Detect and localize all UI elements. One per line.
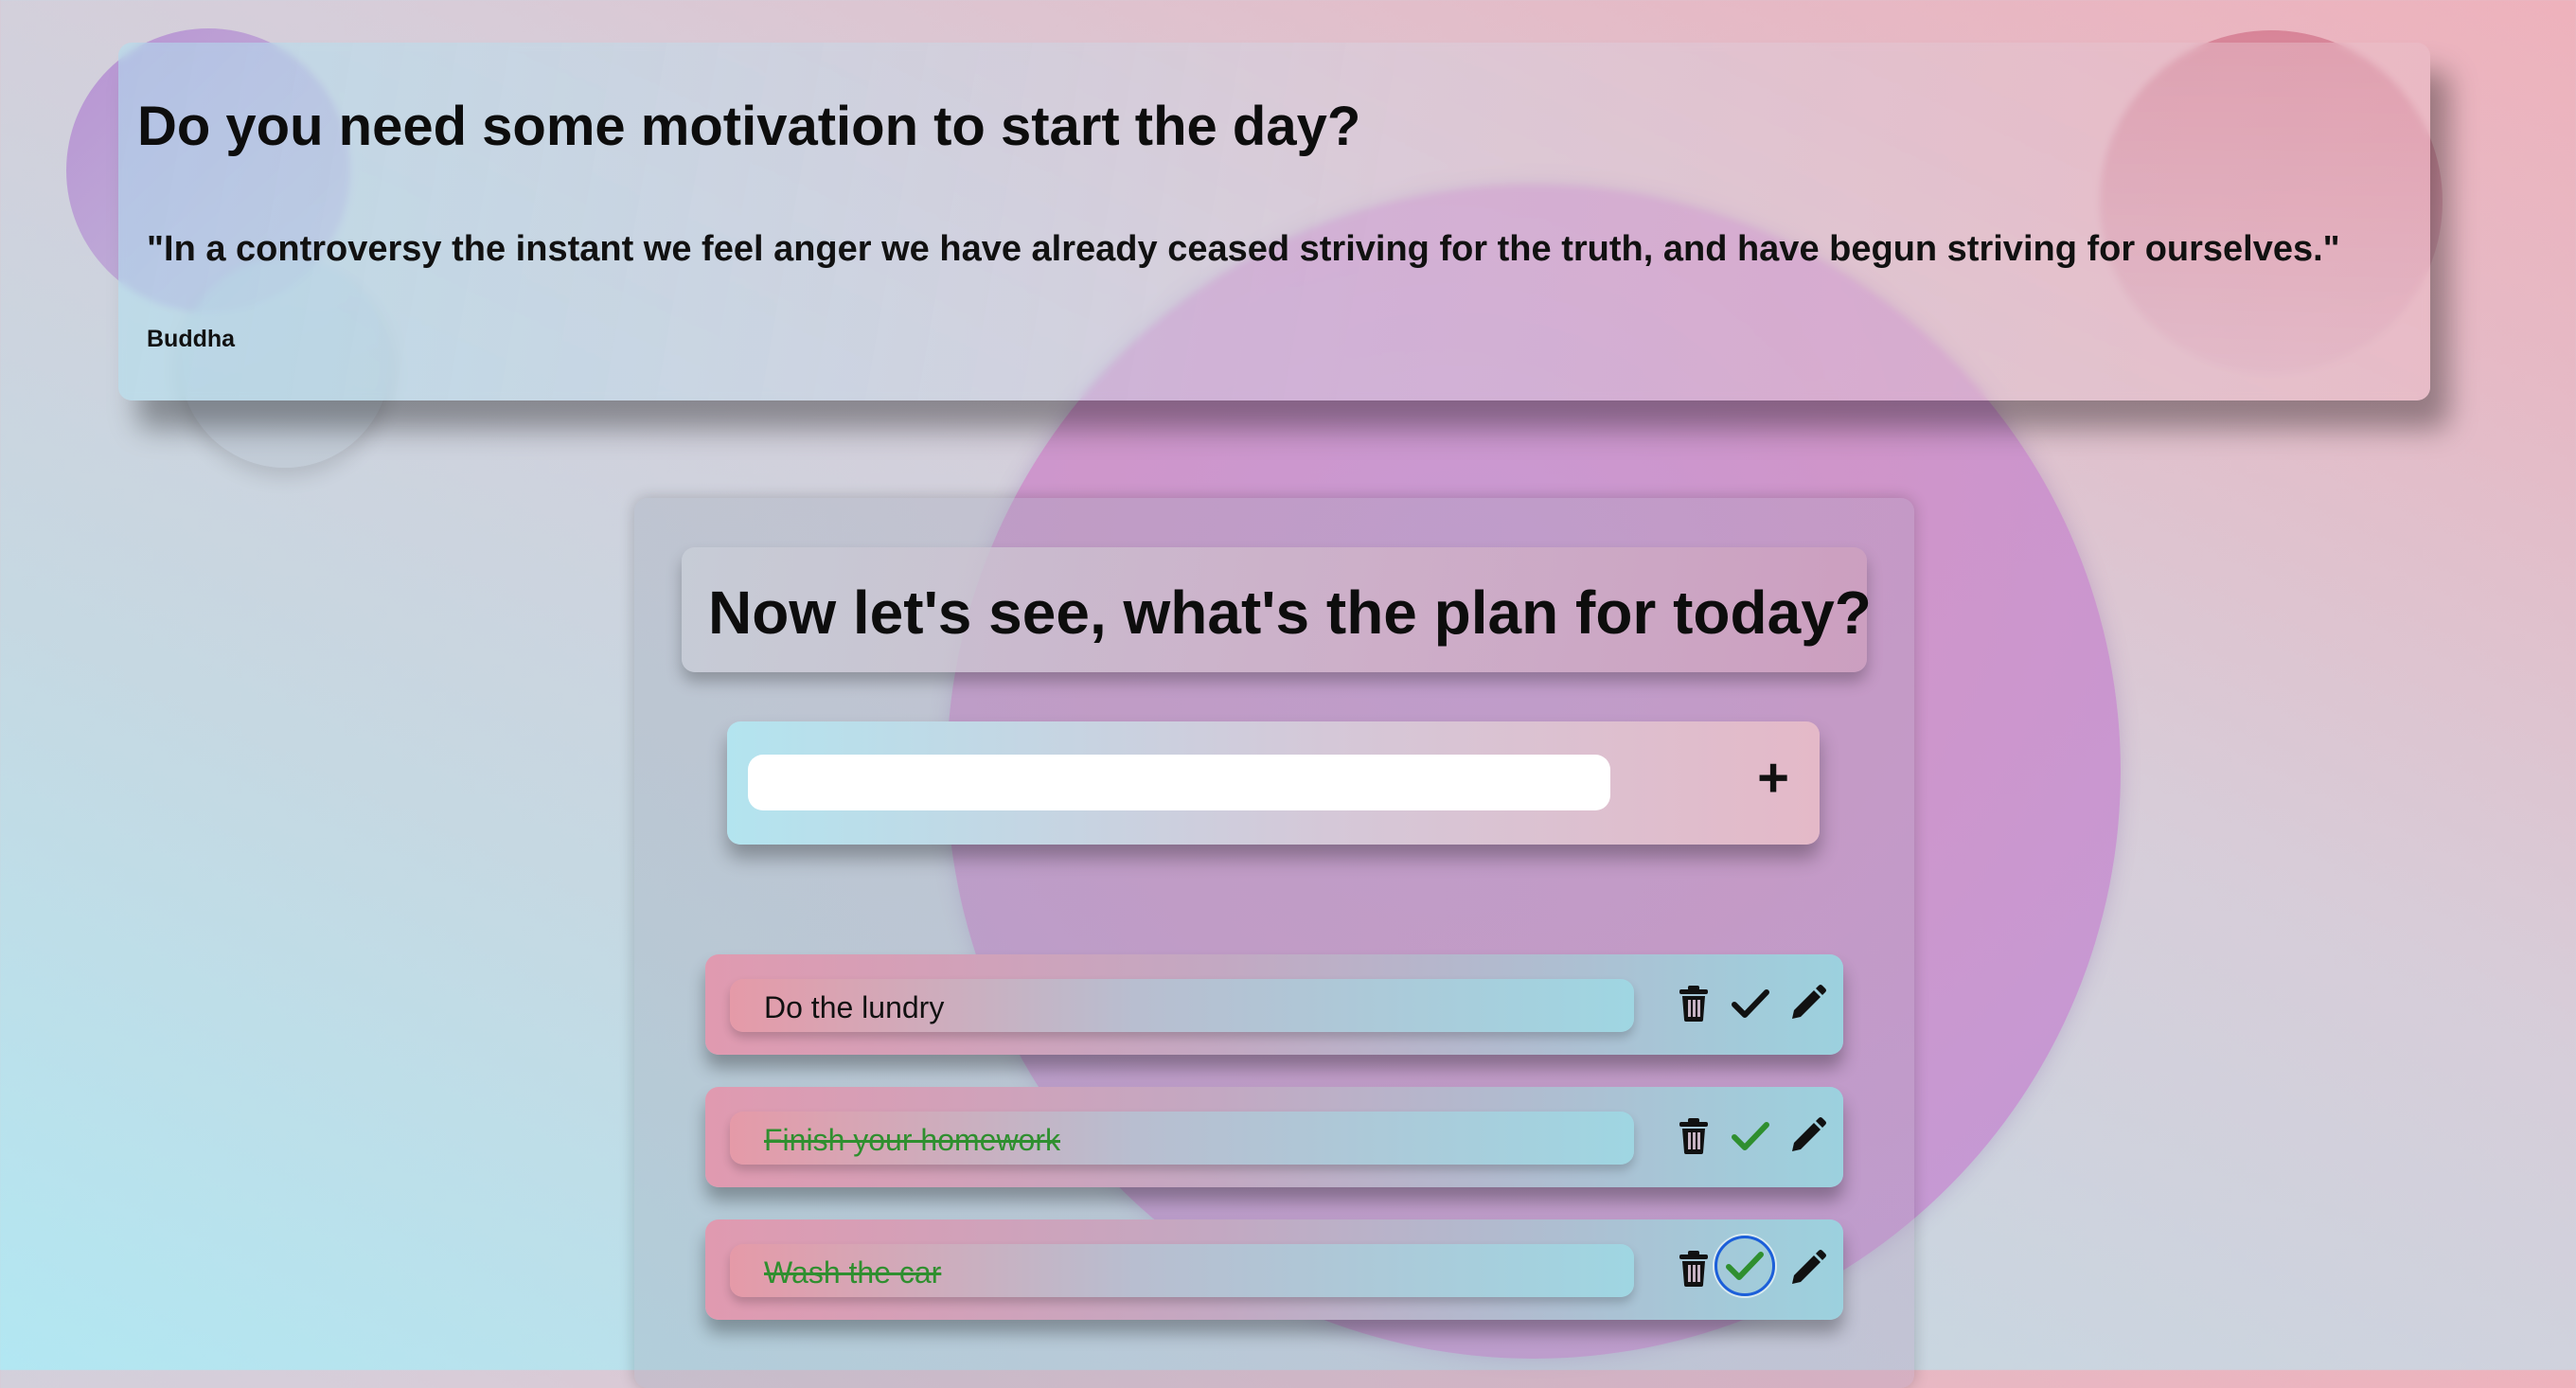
task-text-completed: Wash the car [764, 1255, 942, 1290]
task-text: Do the lundry [764, 990, 945, 1024]
delete-task-button[interactable] [1671, 981, 1716, 1026]
complete-task-button[interactable] [1714, 1236, 1775, 1296]
check-icon [1732, 989, 1769, 1018]
trash-icon [1679, 1118, 1708, 1154]
new-task-input[interactable] [748, 755, 1610, 810]
complete-task-button[interactable] [1728, 981, 1773, 1026]
quote-author: Buddha [147, 326, 236, 352]
add-task-button[interactable]: + [1747, 747, 1800, 809]
task-item: Finish your homework [705, 1087, 1843, 1187]
delete-task-button[interactable] [1671, 1113, 1716, 1159]
motivation-title: Do you need some motivation to start the… [137, 96, 1361, 157]
task-text-box: Do the lundry [730, 979, 1634, 1032]
quote-text: "In a controversy the instant we feel an… [147, 229, 2340, 269]
check-icon [1726, 1252, 1764, 1280]
task-item: Do the lundry [705, 954, 1843, 1055]
plus-icon: + [1757, 747, 1789, 809]
pencil-icon [1792, 1250, 1826, 1284]
edit-task-button[interactable] [1785, 1113, 1830, 1159]
pencil-icon [1792, 985, 1826, 1019]
task-text-completed: Finish your homework [764, 1123, 1060, 1157]
complete-task-button[interactable] [1728, 1113, 1773, 1159]
trash-icon [1679, 1251, 1708, 1287]
task-text-box: Finish your homework [730, 1112, 1634, 1165]
edit-task-button[interactable] [1785, 981, 1830, 1026]
plan-title: Now let's see, what's the plan for today… [708, 578, 1872, 647]
task-item: Wash the car [705, 1219, 1843, 1320]
edit-task-button[interactable] [1785, 1246, 1830, 1291]
task-text-box: Wash the car [730, 1244, 1634, 1297]
delete-task-button[interactable] [1671, 1246, 1716, 1291]
trash-icon [1679, 986, 1708, 1022]
pencil-icon [1792, 1117, 1826, 1151]
check-icon [1732, 1122, 1769, 1150]
